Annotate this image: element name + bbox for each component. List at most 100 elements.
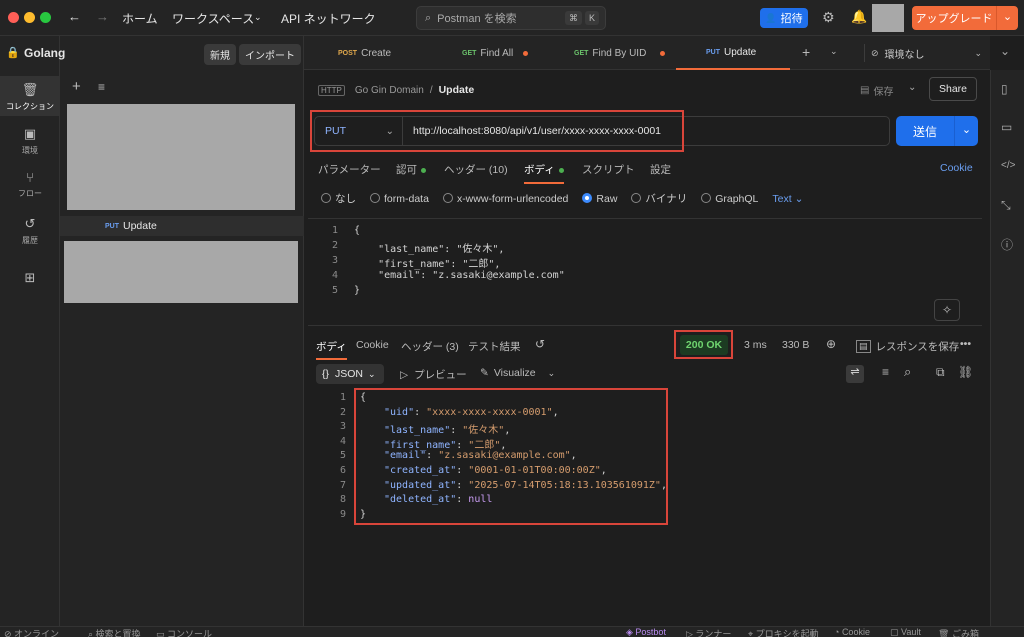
settings-gear-icon[interactable]: ⚙: [822, 9, 835, 26]
tab-auth[interactable]: 認可: [396, 162, 426, 177]
invite-button[interactable]: 👤 招待: [760, 8, 808, 28]
http-request-icon: HTTP: [318, 84, 345, 96]
radio-graphql[interactable]: GraphQL: [701, 192, 758, 205]
tab-settings[interactable]: 設定: [650, 162, 671, 177]
documentation-icon[interactable]: ▯: [1001, 82, 1008, 96]
request-body-line: }: [354, 285, 361, 296]
import-button[interactable]: インポート: [239, 44, 301, 65]
tab-body-label: ボディ: [524, 164, 555, 176]
status-proxy[interactable]: ⌖ プロキシを起動: [748, 627, 819, 637]
status-runner[interactable]: ▷ ランナー: [686, 627, 731, 637]
link-icon[interactable]: ⛓: [958, 365, 973, 379]
tab-body[interactable]: ボディ: [524, 162, 564, 184]
send-button[interactable]: 送信 ⌄: [896, 116, 978, 146]
related-collections-icon[interactable]: ⤡: [1001, 198, 1011, 213]
tab-params[interactable]: パラメーター: [318, 162, 381, 177]
chevron-down-icon[interactable]: ⌄: [548, 368, 556, 379]
response-time[interactable]: 3 ms: [744, 339, 767, 351]
share-button[interactable]: Share: [929, 77, 977, 101]
rail-history[interactable]: ↺ 履歴: [0, 214, 60, 248]
raw-format-select[interactable]: Text ⌄: [772, 193, 803, 205]
minimize-window-icon[interactable]: [24, 12, 35, 23]
preview-button[interactable]: ▷ プレビュー: [400, 367, 467, 382]
chevron-down-icon[interactable]: ⌄: [1000, 44, 1010, 58]
more-options-icon[interactable]: •••: [960, 338, 971, 350]
response-size[interactable]: 330 B: [782, 339, 809, 351]
wrap-lines-icon[interactable]: ⇌: [846, 365, 864, 383]
cookie-link[interactable]: Cookie: [940, 162, 973, 174]
upgrade-button[interactable]: アップグレード ⌄: [912, 6, 1018, 30]
response-tab-headers[interactable]: ヘッダー (3): [401, 339, 459, 354]
radio-urlencoded[interactable]: x-www-form-urlencoded: [442, 192, 568, 205]
rail-environments[interactable]: ▣ 環境: [0, 124, 60, 158]
copy-icon[interactable]: ⧉: [936, 365, 945, 380]
rail-flows[interactable]: ⑂ フロー: [0, 168, 60, 202]
notification-bell-icon[interactable]: 🔔: [851, 9, 867, 25]
response-format-select[interactable]: {} JSON ⌄: [316, 364, 384, 384]
save-response-label: レスポンスを保存: [875, 341, 960, 353]
info-icon[interactable]: ⓘ: [1001, 236, 1013, 253]
status-online[interactable]: ⊘ オンライン: [4, 627, 59, 637]
new-button[interactable]: 新規: [204, 44, 236, 65]
response-tab-tests[interactable]: テスト結果: [468, 339, 521, 354]
rail-add-widget[interactable]: ⊞: [0, 270, 60, 290]
status-postbot[interactable]: ◈ Postbot: [626, 627, 666, 637]
tab-label: Find All: [480, 47, 514, 59]
status-console[interactable]: ▭ コンソール: [156, 627, 212, 637]
line-number: 8: [339, 494, 346, 506]
filter-icon[interactable]: ≡: [98, 80, 105, 94]
maximize-window-icon[interactable]: [40, 12, 51, 23]
request-body-editor[interactable]: 1 {2 "last_name": "佐々木", 3 "first_name": "…: [308, 218, 982, 326]
filter-icon[interactable]: ≡: [882, 365, 889, 379]
nav-home[interactable]: ホーム: [122, 10, 158, 27]
send-label: 送信: [912, 124, 937, 139]
tab-update[interactable]: PUT Update: [676, 36, 790, 70]
response-tab-body[interactable]: ボディ: [316, 339, 347, 360]
radio-none[interactable]: なし: [321, 191, 356, 206]
save-response-button[interactable]: ▤ レスポンスを保存: [856, 339, 959, 354]
chevron-down-icon[interactable]: ⌄: [996, 6, 1018, 30]
radio-binary[interactable]: バイナリ: [631, 191, 687, 206]
line-number: 5: [331, 285, 338, 296]
back-arrow-icon[interactable]: ←: [68, 9, 81, 24]
sidebar-item-update[interactable]: PUT Update: [60, 216, 304, 236]
redacted-collection-block: [64, 241, 298, 303]
status-trash[interactable]: 🗑 ごみ箱: [938, 627, 979, 637]
visualize-button[interactable]: ✎ Visualize ⌄: [480, 367, 555, 379]
history-icon[interactable]: ↺: [535, 337, 545, 351]
network-globe-icon[interactable]: ⊕: [826, 337, 836, 351]
chevron-down-icon[interactable]: ⌄: [954, 116, 978, 146]
close-window-icon[interactable]: [8, 12, 19, 23]
add-collection-icon[interactable]: +: [72, 78, 81, 95]
rail-collections-label: コレクション: [6, 102, 54, 111]
status-vault[interactable]: ▢ Vault: [890, 627, 921, 637]
save-button[interactable]: ▤ 保存: [860, 82, 893, 98]
tab-headers[interactable]: ヘッダー (10): [444, 162, 508, 177]
tab-find-by-uid[interactable]: GET Find By UID: [574, 36, 666, 70]
breadcrumb-collection[interactable]: Go Gin Domain: [355, 85, 424, 96]
tab-find-all[interactable]: GET Find All: [462, 36, 529, 70]
chevron-down-icon[interactable]: ⌄: [830, 46, 838, 57]
chevron-down-icon[interactable]: ⌄: [254, 12, 262, 23]
nav-api-network[interactable]: API ネットワーク: [281, 10, 376, 27]
tab-create[interactable]: POST Create: [338, 36, 391, 70]
workspace-name: Golang: [24, 46, 66, 60]
forward-arrow-icon[interactable]: →: [96, 9, 109, 24]
code-snippet-icon[interactable]: </>: [1001, 160, 1015, 171]
comments-icon[interactable]: ▭: [1001, 120, 1012, 134]
chevron-down-icon[interactable]: ⌄: [908, 82, 916, 93]
radio-form-data[interactable]: form-data: [370, 192, 429, 205]
search-icon[interactable]: ⌕: [904, 364, 911, 380]
response-tab-cookie[interactable]: Cookie: [356, 339, 389, 351]
status-cookies[interactable]: ◔ Cookie: [834, 627, 870, 637]
rail-collections[interactable]: 🗑 コレクション: [0, 76, 60, 116]
nav-workspaces[interactable]: ワークスペース: [172, 10, 254, 27]
tab-script[interactable]: スクリプト: [582, 162, 635, 177]
search-box[interactable]: ⌕ Postman を検索 ⌘ K: [416, 6, 606, 30]
radio-raw[interactable]: Raw: [582, 192, 617, 205]
new-tab-icon[interactable]: +: [802, 44, 810, 60]
beautify-icon[interactable]: ✧: [934, 299, 960, 321]
environment-select[interactable]: ⊘ 環境なし ⌄: [864, 44, 982, 62]
status-find-replace[interactable]: ⌕ 検索と置換: [88, 627, 141, 637]
avatar[interactable]: [872, 4, 904, 32]
